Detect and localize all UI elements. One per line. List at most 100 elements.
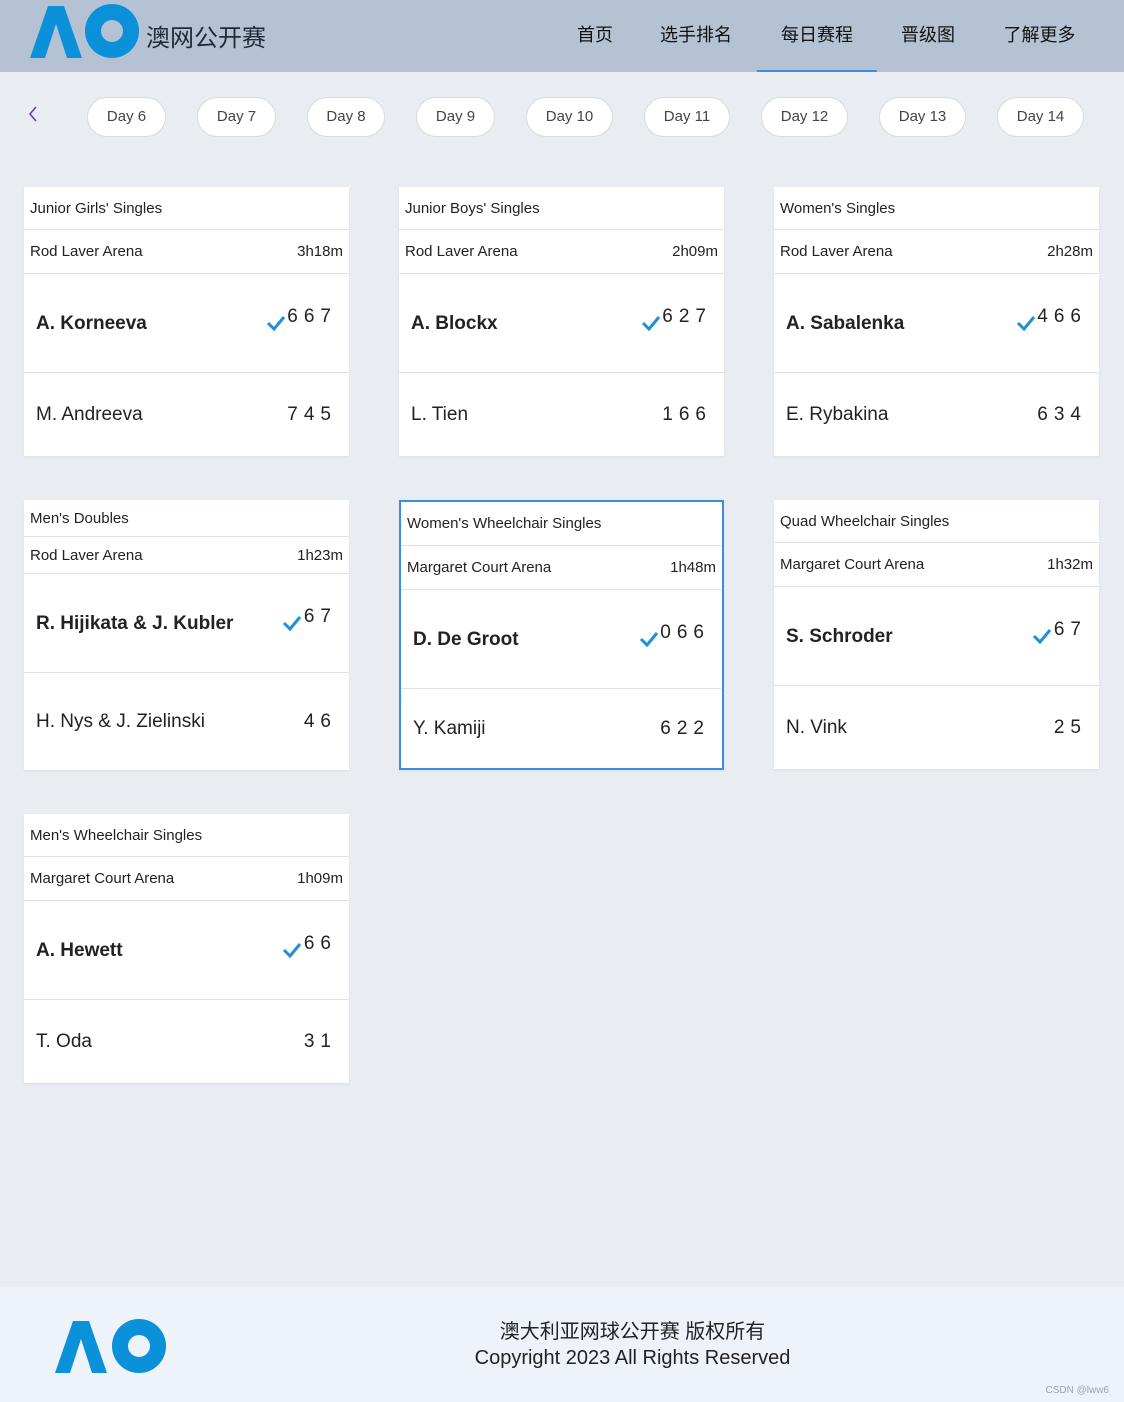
match-card[interactable]: Men's Wheelchair Singles Margaret Court … xyxy=(24,814,349,1083)
footer: 澳大利亚网球公开赛 版权所有 Copyright 2023 All Rights… xyxy=(0,1287,1124,1402)
match-info: Margaret Court Arena 1h48m xyxy=(401,546,722,590)
loser-row: Y. Kamiji 622 xyxy=(401,689,722,768)
match-info: Rod Laver Arena 3h18m xyxy=(24,230,349,274)
loser-name: Y. Kamiji xyxy=(413,718,486,739)
match-court: Rod Laver Arena xyxy=(30,243,143,260)
winner-scores: 667 xyxy=(287,306,337,327)
match-event: Quad Wheelchair Singles xyxy=(774,500,1099,543)
match-info: Rod Laver Arena 2h28m xyxy=(774,230,1099,274)
loser-scores: 46 xyxy=(303,710,337,732)
day-tab-12[interactable]: Day 12 xyxy=(761,97,848,137)
match-event: Women's Wheelchair Singles xyxy=(401,502,722,546)
check-icon xyxy=(266,316,286,331)
match-info: Rod Laver Arena 1h23m xyxy=(24,537,349,574)
main-nav: 首页 选手排名 每日赛程 晋级图 了解更多 xyxy=(0,0,1124,72)
nav-daily-schedule[interactable]: 每日赛程 xyxy=(757,0,877,72)
nav-draws[interactable]: 晋级图 xyxy=(890,0,966,72)
match-court: Margaret Court Arena xyxy=(780,556,925,573)
loser-row: M. Andreeva 745 xyxy=(24,373,349,456)
nav-home[interactable]: 首页 xyxy=(565,0,625,72)
check-icon xyxy=(639,632,659,647)
loser-row: L. Tien 166 xyxy=(399,373,724,456)
winner-name: A. Korneeva xyxy=(36,312,147,334)
match-duration: 2h09m xyxy=(672,243,718,260)
check-icon xyxy=(1032,629,1052,644)
winner-name: A. Hewett xyxy=(36,939,123,961)
winner-scores: 67 xyxy=(1053,619,1087,640)
winner-scores: 627 xyxy=(662,306,712,327)
nav-rankings[interactable]: 选手排名 xyxy=(650,0,742,72)
loser-name: M. Andreeva xyxy=(36,404,143,425)
loser-name: T. Oda xyxy=(36,1031,92,1052)
match-duration: 1h23m xyxy=(297,547,343,564)
footer-line-1: 澳大利亚网球公开赛 版权所有 xyxy=(499,1321,766,1343)
match-duration: 1h09m xyxy=(297,870,343,887)
match-court: Rod Laver Arena xyxy=(30,547,143,564)
match-card[interactable]: Quad Wheelchair Singles Margaret Court A… xyxy=(774,500,1099,769)
match-event: Women's Singles xyxy=(774,187,1099,230)
check-icon xyxy=(282,943,302,958)
winner-row: D. De Groot 066 xyxy=(401,590,722,689)
match-event: Men's Wheelchair Singles xyxy=(24,814,349,857)
winner-row: A. Korneeva 667 xyxy=(24,274,349,373)
loser-scores: 31 xyxy=(303,1030,337,1052)
day-tab-9[interactable]: Day 9 xyxy=(416,97,495,137)
check-icon xyxy=(1016,316,1036,331)
loser-row: E. Rybakina 634 xyxy=(774,373,1099,456)
day-tab-11[interactable]: Day 11 xyxy=(644,97,730,137)
footer-copyright: 澳大利亚网球公开赛 版权所有 Copyright 2023 All Rights… xyxy=(400,1319,865,1371)
match-court: Margaret Court Arena xyxy=(407,559,552,576)
match-card[interactable]: Women's Singles Rod Laver Arena 2h28m A.… xyxy=(774,187,1099,456)
winner-name: A. Sabalenka xyxy=(786,312,905,334)
loser-row: H. Nys & J. Zielinski 46 xyxy=(24,673,349,770)
chevron-left-icon[interactable] xyxy=(25,104,41,124)
loser-scores: 634 xyxy=(1037,403,1087,425)
loser-name: E. Rybakina xyxy=(786,404,889,425)
day-tab-7[interactable]: Day 7 xyxy=(197,97,276,137)
match-court: Rod Laver Arena xyxy=(405,243,518,260)
loser-scores: 622 xyxy=(660,717,710,739)
footer-line-2: Copyright 2023 All Rights Reserved xyxy=(474,1347,791,1369)
match-info: Margaret Court Arena 1h32m xyxy=(774,543,1099,587)
loser-scores: 25 xyxy=(1053,716,1087,738)
winner-row: A. Sabalenka 466 xyxy=(774,274,1099,373)
winner-scores: 466 xyxy=(1037,306,1087,327)
day-tab-8[interactable]: Day 8 xyxy=(307,97,385,137)
match-card[interactable]: Junior Boys' Singles Rod Laver Arena 2h0… xyxy=(399,187,724,456)
header: 澳网公开赛 首页 选手排名 每日赛程 晋级图 了解更多 xyxy=(0,0,1124,72)
loser-scores: 166 xyxy=(662,403,712,425)
day-tab-6[interactable]: Day 6 xyxy=(87,97,166,137)
match-duration: 1h48m xyxy=(670,559,716,576)
day-tab-13[interactable]: Day 13 xyxy=(879,97,966,137)
winner-row: A. Hewett 66 xyxy=(24,901,349,1000)
match-card[interactable]: Men's Doubles Rod Laver Arena 1h23m R. H… xyxy=(24,500,349,770)
match-event: Men's Doubles xyxy=(24,500,349,537)
winner-name: R. Hijikata & J. Kubler xyxy=(36,612,234,634)
ao-logo-icon xyxy=(55,1319,166,1373)
winner-scores: 066 xyxy=(660,622,710,643)
loser-name: L. Tien xyxy=(411,404,469,425)
match-event: Junior Girls' Singles xyxy=(24,187,349,230)
winner-scores: 66 xyxy=(303,933,337,954)
match-event: Junior Boys' Singles xyxy=(399,187,724,230)
check-icon xyxy=(641,316,661,331)
loser-name: N. Vink xyxy=(786,717,847,738)
winner-row: A. Blockx 627 xyxy=(399,274,724,373)
winner-name: A. Blockx xyxy=(411,312,498,334)
watermark: CSDN @lww6 xyxy=(1045,1385,1110,1396)
match-info: Rod Laver Arena 2h09m xyxy=(399,230,724,274)
match-duration: 3h18m xyxy=(297,243,343,260)
day-tab-10[interactable]: Day 10 xyxy=(526,97,613,137)
nav-learn-more[interactable]: 了解更多 xyxy=(992,0,1087,72)
match-court: Margaret Court Arena xyxy=(30,870,175,887)
day-tab-14[interactable]: Day 14 xyxy=(997,97,1084,137)
winner-name: D. De Groot xyxy=(413,628,519,650)
loser-name: H. Nys & J. Zielinski xyxy=(36,711,205,732)
match-duration: 1h32m xyxy=(1047,556,1093,573)
winner-row: S. Schroder 67 xyxy=(774,587,1099,686)
match-card-selected[interactable]: Women's Wheelchair Singles Margaret Cour… xyxy=(399,500,724,770)
loser-scores: 745 xyxy=(287,403,337,425)
match-court: Rod Laver Arena xyxy=(780,243,893,260)
match-card[interactable]: Junior Girls' Singles Rod Laver Arena 3h… xyxy=(24,187,349,456)
check-icon xyxy=(282,616,302,631)
